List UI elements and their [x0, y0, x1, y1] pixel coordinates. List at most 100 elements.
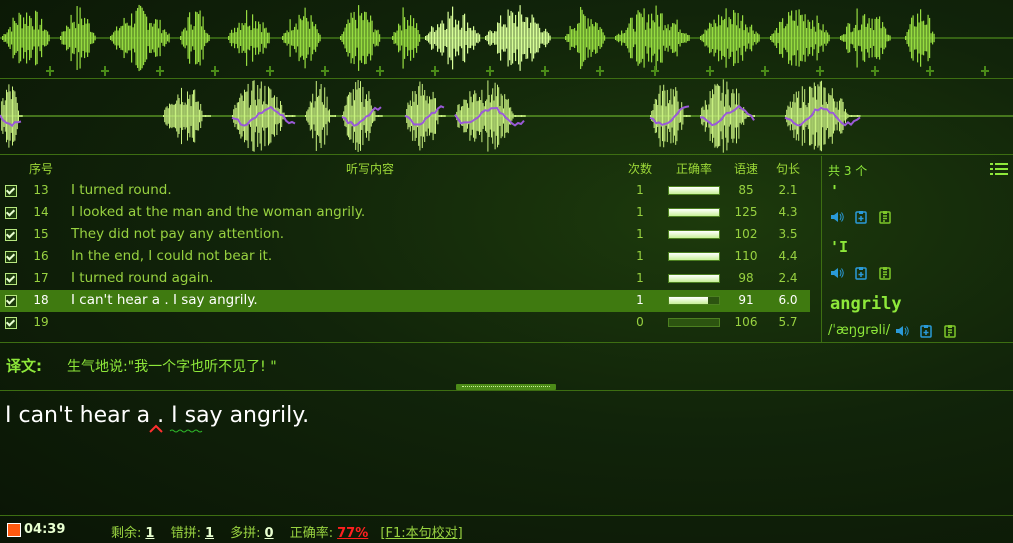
word-item[interactable]: ' — [830, 182, 839, 200]
row-count: 1 — [636, 227, 644, 241]
row-accuracy-fill — [669, 209, 719, 216]
waveform-detail[interactable] — [0, 78, 1013, 155]
row-speed: 110 — [734, 249, 758, 263]
row-accuracy-bar — [668, 296, 720, 305]
row-accuracy-fill — [669, 275, 719, 282]
row-speed: 102 — [734, 227, 758, 241]
row-text: I turned round again. — [71, 270, 214, 286]
row-speed: 98 — [738, 271, 754, 285]
row-accuracy-fill — [669, 253, 719, 260]
misspell-label: 错拼: — [170, 526, 201, 541]
row-length: 4.3 — [778, 205, 798, 219]
table-row[interactable]: 15 They did not pay any attention. 1 102 3.5 — [0, 224, 810, 246]
splitter-grip[interactable] — [456, 384, 556, 390]
row-checkbox[interactable] — [5, 317, 17, 329]
speaker-icon[interactable] — [895, 324, 909, 338]
speaker-icon[interactable] — [830, 210, 844, 224]
word-phonetic: /ˈæŋɡrəli/ — [828, 323, 891, 338]
timer: 04:39 — [24, 522, 66, 537]
row-count: 1 — [636, 293, 644, 307]
row-accuracy-bar — [668, 208, 720, 217]
row-accuracy-fill — [669, 187, 719, 194]
row-speed: 91 — [738, 293, 754, 307]
row-checkbox[interactable] — [5, 295, 17, 307]
row-count: 1 — [636, 205, 644, 219]
word-actions — [830, 262, 897, 280]
check-sentence-link[interactable]: [F1:本句校对] — [380, 526, 462, 541]
list-menu-icon-graphic — [990, 163, 1008, 175]
accuracy-label: 正确率: — [289, 526, 334, 541]
row-index: 13 — [33, 183, 49, 197]
word-actions — [830, 206, 897, 224]
new-words-panel: 共 3 个 ' 'I angrily /ˈæŋɡrəli/ — [821, 156, 1013, 342]
row-count: 1 — [636, 271, 644, 285]
mark-familiar-icon[interactable] — [943, 324, 957, 338]
extra-value: 0 — [264, 526, 274, 541]
row-text: I turned round. — [71, 182, 172, 198]
row-length: 2.4 — [778, 271, 798, 285]
row-checkbox[interactable] — [5, 251, 17, 263]
row-count: 1 — [636, 183, 644, 197]
row-accuracy-bar — [668, 252, 720, 261]
row-accuracy-bar — [668, 318, 720, 327]
timer-icon — [7, 523, 21, 537]
row-speed: 125 — [734, 205, 758, 219]
row-checkbox[interactable] — [5, 273, 17, 285]
row-checkbox[interactable] — [5, 185, 17, 197]
translation-text: 生气地说:"我一个字也听不见了! " — [67, 359, 277, 375]
dictation-input[interactable]: I can't hear a . I say angrily. — [0, 391, 1013, 515]
dictation-app: 序号 听写内容 次数 正确率 语速 句长 13 I turned round. 1 8… — [0, 0, 1013, 543]
add-to-wordbook-icon[interactable] — [919, 324, 933, 338]
word-phonetic-row: /ˈæŋɡrəli/ — [828, 320, 962, 338]
row-count: 1 — [636, 249, 644, 263]
row-accuracy-fill — [669, 297, 708, 304]
splitter-handle[interactable] — [0, 384, 1013, 391]
table-row[interactable]: 18 I can't hear a . I say angrily. 1 91 6.0 — [0, 290, 810, 312]
table-row[interactable]: 14 I looked at the man and the woman angr… — [0, 202, 810, 224]
row-accuracy-bar — [668, 186, 720, 195]
add-to-wordbook-icon[interactable] — [854, 210, 868, 224]
row-speed: 85 — [738, 183, 754, 197]
row-checkbox[interactable] — [5, 229, 17, 241]
table-row[interactable]: 16 In the end, I could not bear it. 1 110 4.… — [0, 246, 810, 268]
row-index: 19 — [33, 315, 49, 329]
speaker-icon[interactable] — [830, 266, 844, 280]
add-to-wordbook-icon[interactable] — [854, 266, 868, 280]
row-length: 4.4 — [778, 249, 798, 263]
row-text: They did not pay any attention. — [71, 226, 285, 242]
row-count: 0 — [636, 315, 644, 329]
table-row[interactable]: 13 I turned round. 1 85 2.1 — [0, 180, 810, 202]
status-bar: 04:39 剩余: 1 错拼: 1 多拼: 0 正确率: 77% [F1:本句校对] — [0, 515, 1013, 543]
word-item[interactable]: angrily — [830, 294, 902, 314]
row-index: 18 — [33, 293, 49, 307]
extra-label: 多拼: — [230, 526, 261, 541]
row-checkbox[interactable] — [5, 207, 17, 219]
row-index: 15 — [33, 227, 49, 241]
table-row[interactable]: 19 0 106 5.7 — [0, 312, 810, 334]
row-length: 6.0 — [778, 293, 798, 307]
row-length: 2.1 — [778, 183, 798, 197]
spellcheck-marks — [149, 424, 203, 433]
row-text: I can't hear a . I say angrily. — [71, 292, 258, 308]
stats: 剩余: 1 错拼: 1 多拼: 0 正确率: 77% [F1:本句校对] — [111, 522, 463, 541]
list-menu-icon[interactable] — [990, 162, 1008, 176]
sentence-list[interactable]: 13 I turned round. 1 85 2.1 14 I looked at the… — [0, 156, 820, 342]
word-item[interactable]: 'I — [830, 238, 848, 256]
row-accuracy-fill — [669, 231, 719, 238]
translation-label: 译文: — [6, 357, 42, 375]
remaining-label: 剩余: — [111, 526, 142, 541]
mark-familiar-icon[interactable] — [878, 266, 892, 280]
row-index: 14 — [33, 205, 49, 219]
splitter-dots — [462, 386, 550, 388]
mark-familiar-icon[interactable] — [878, 210, 892, 224]
row-index: 17 — [33, 271, 49, 285]
word-count: 共 3 个 — [828, 164, 868, 178]
table-row[interactable]: 17 I turned round again. 1 98 2.4 — [0, 268, 810, 290]
row-length: 3.5 — [778, 227, 798, 241]
waveform-overview[interactable] — [0, 0, 1013, 79]
row-index: 16 — [33, 249, 49, 263]
row-text: I looked at the man and the woman angril… — [71, 204, 366, 220]
waveform-detail-graphic — [0, 79, 1013, 153]
row-length: 5.7 — [778, 315, 798, 329]
translation-bar: 译文: 生气地说:"我一个字也听不见了! " — [0, 342, 1013, 385]
